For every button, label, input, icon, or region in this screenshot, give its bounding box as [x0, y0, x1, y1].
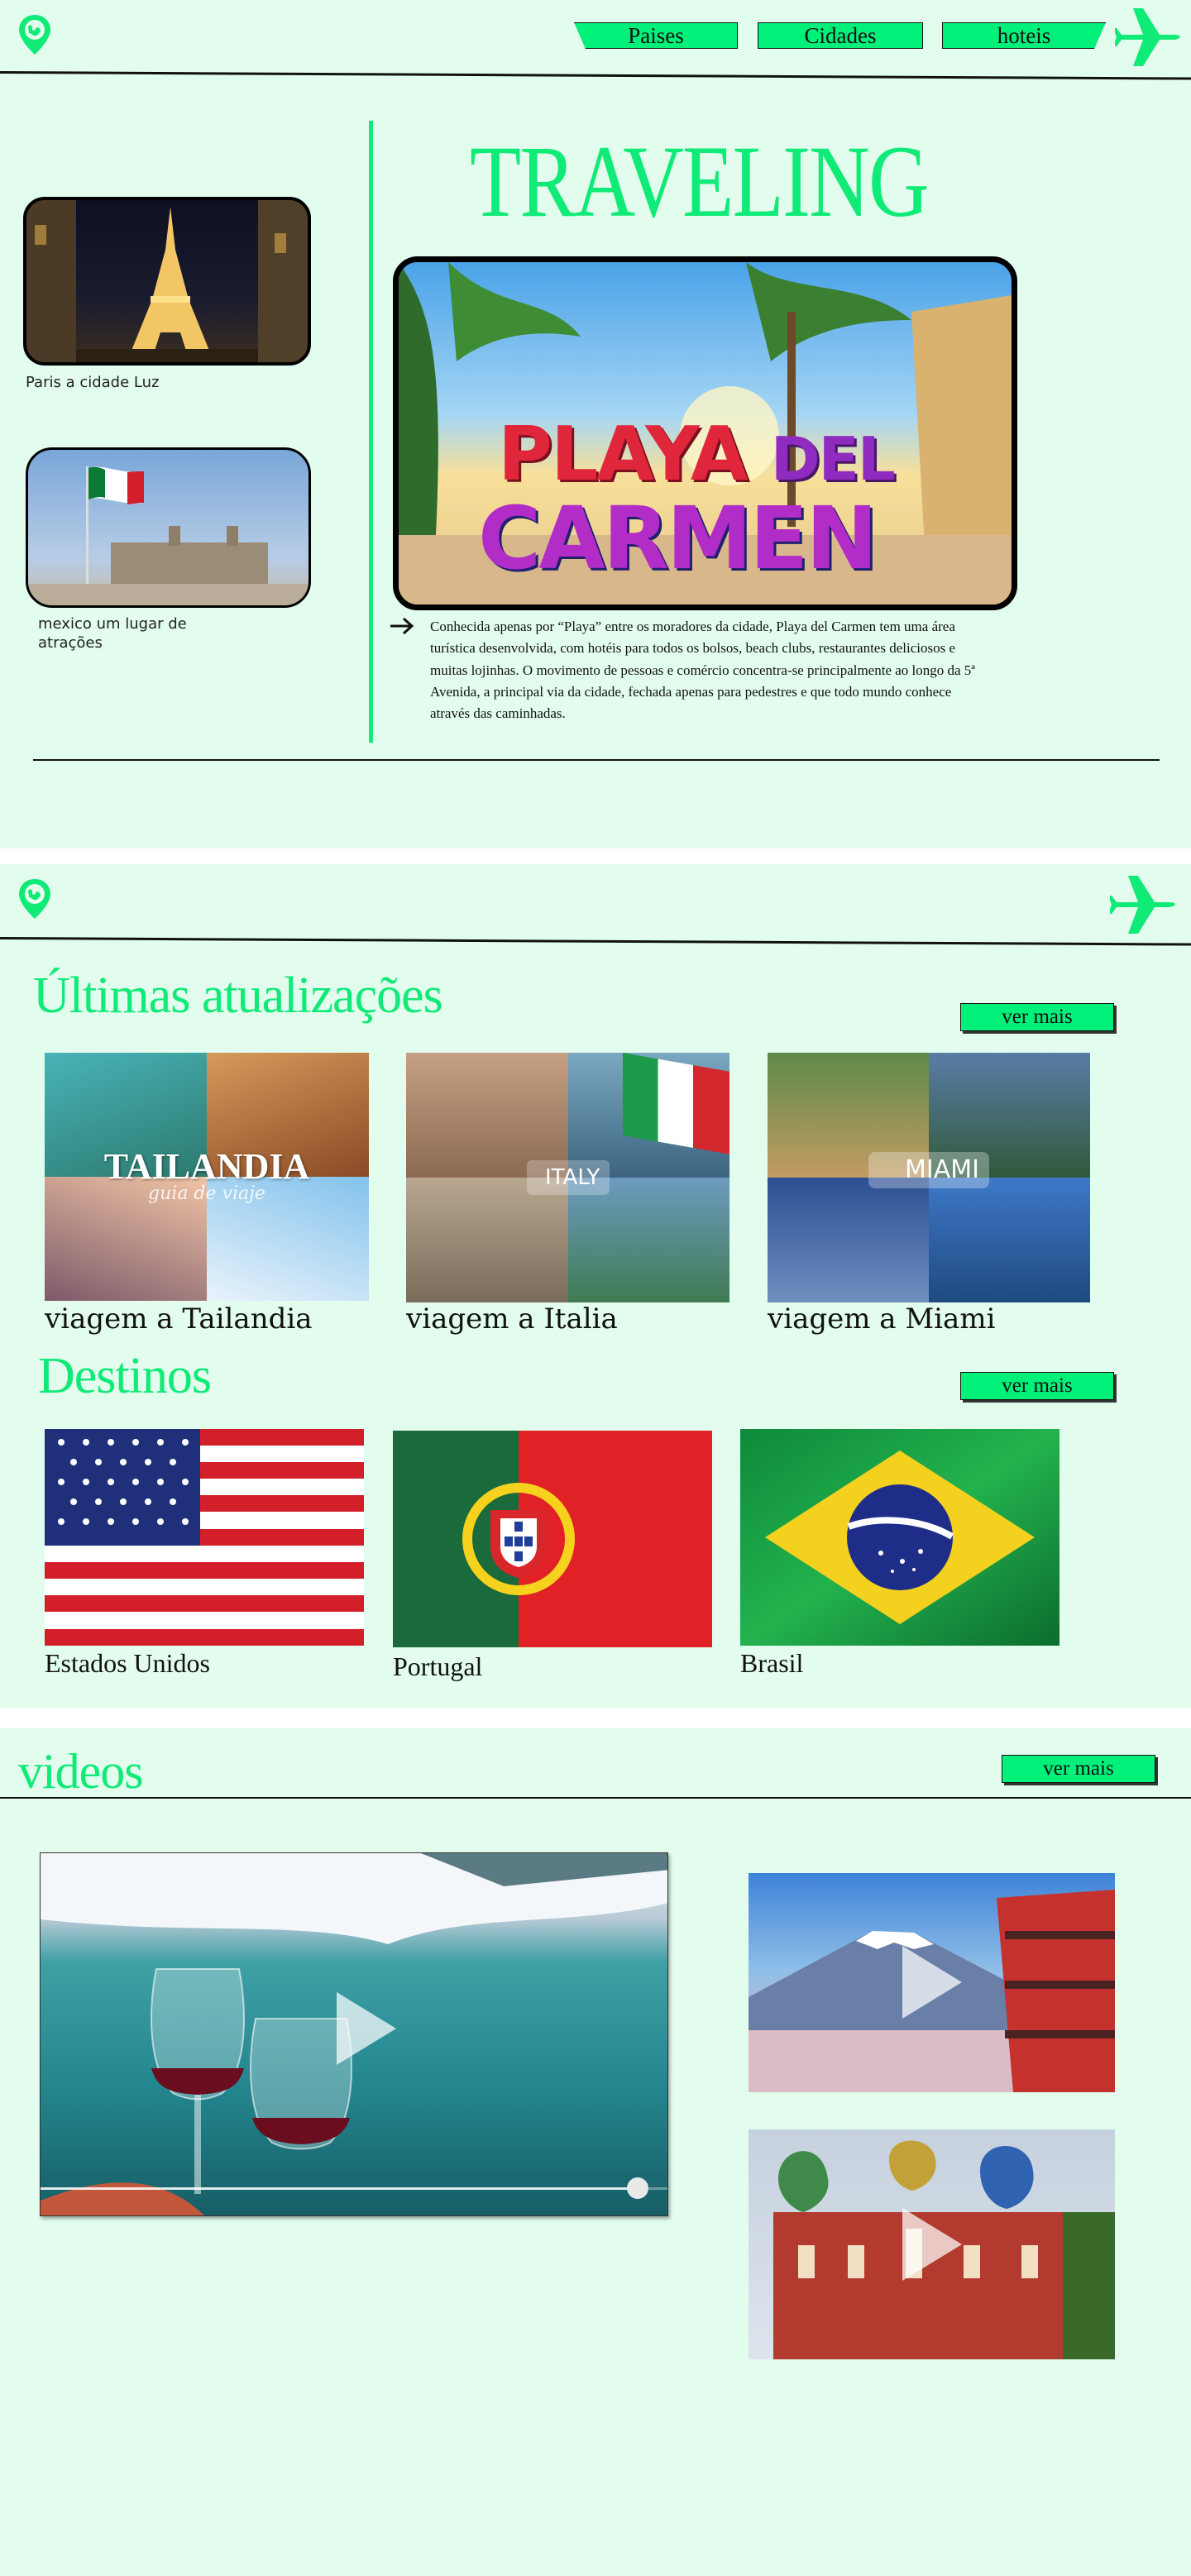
nav-hoteis-label: hoteis — [997, 22, 1051, 48]
play-icon[interactable] — [902, 2208, 962, 2281]
globe-pin-icon[interactable] — [17, 13, 53, 56]
usa-flag-label[interactable]: Estados Unidos — [45, 1648, 210, 1679]
playa-del-carmen-image[interactable]: PLAYA DEL CARMEN — [393, 256, 1017, 610]
miami-image[interactable]: MIAMI — [768, 1053, 1090, 1302]
videos-title: videos — [18, 1744, 144, 1799]
mexico-flag-illustration — [28, 466, 309, 605]
thailand-image-subtitle: guia de viaje — [148, 1183, 265, 1204]
mexico-caption: mexico um lugar de atrações — [38, 615, 187, 652]
italy-image[interactable]: ITALY — [406, 1053, 729, 1302]
paris-caption: Paris a cidade Luz — [26, 374, 160, 391]
video-progress-handle[interactable] — [627, 2177, 648, 2199]
hero-description: Conhecida apenas por “Playa” entre os mo… — [430, 619, 975, 722]
del-word: DEL — [770, 424, 896, 494]
destinos-title: Destinos — [38, 1348, 212, 1404]
hero-section: Paises Cidades hoteis Paris a cidade Luz — [0, 0, 1191, 848]
videos-section: videos ver mais — [0, 1728, 1191, 2576]
updates-more-button[interactable]: ver mais — [960, 1003, 1114, 1031]
nav-cidades[interactable]: Cidades — [758, 22, 923, 49]
brazil-flag[interactable] — [740, 1429, 1059, 1646]
miami-image-title: MIAMI — [905, 1155, 979, 1184]
japan-video-thumbnail[interactable] — [749, 1873, 1115, 2092]
thailand-image[interactable]: TAILANDIA guia de viaje — [45, 1053, 369, 1301]
arrow-right-icon — [390, 617, 414, 635]
updates-section: Últimas atualizações ver mais TAILANDIA … — [0, 864, 1191, 1708]
main-video-player[interactable] — [40, 1852, 668, 2216]
videos-header-divider — [0, 1797, 1191, 1799]
portugal-flag[interactable] — [393, 1431, 712, 1647]
brazil-flag-label[interactable]: Brasil — [740, 1648, 803, 1679]
hero-divider — [33, 759, 1160, 761]
usa-flag[interactable] — [45, 1429, 364, 1646]
italy-card-title[interactable]: viagem a Italia — [406, 1302, 618, 1336]
paris-image[interactable] — [23, 197, 311, 366]
airplane-icon — [1110, 876, 1175, 934]
eiffel-tower-illustration — [26, 200, 308, 362]
video-progress-fill — [41, 2187, 638, 2190]
playa-word: PLAYA — [498, 411, 749, 498]
thailand-card-title[interactable]: viagem a Tailandia — [45, 1302, 313, 1336]
portugal-flag-label[interactable]: Portugal — [393, 1651, 482, 1682]
updates-header-divider — [0, 937, 1191, 946]
airplane-icon — [1115, 8, 1180, 66]
moscow-video-thumbnail[interactable] — [749, 2129, 1115, 2359]
page-title: TRAVELING — [470, 125, 930, 238]
globe-pin-icon[interactable] — [17, 877, 53, 920]
vertical-divider — [369, 121, 373, 743]
header-divider — [0, 71, 1191, 80]
updates-title: Últimas atualizações — [33, 968, 443, 1024]
carmen-text: CARMEN — [478, 488, 878, 589]
playa-text: PLAYA DEL — [498, 418, 896, 494]
videos-more-button[interactable]: ver mais — [1002, 1755, 1155, 1783]
nav-paises[interactable]: Paises — [574, 22, 738, 49]
play-icon[interactable] — [337, 1992, 396, 2065]
video-progress-track[interactable] — [41, 2177, 667, 2199]
thailand-image-title: TAILANDIA — [103, 1146, 310, 1187]
nav-hoteis[interactable]: hoteis — [942, 22, 1106, 49]
nav-paises-label: Paises — [628, 22, 684, 48]
play-icon[interactable] — [902, 1946, 962, 2019]
nav-cidades-label: Cidades — [804, 22, 877, 48]
mexico-image[interactable] — [26, 447, 311, 608]
miami-card-title[interactable]: viagem a Miami — [768, 1302, 995, 1336]
italy-image-title: ITALY — [545, 1165, 600, 1190]
destinos-more-button[interactable]: ver mais — [960, 1372, 1114, 1400]
